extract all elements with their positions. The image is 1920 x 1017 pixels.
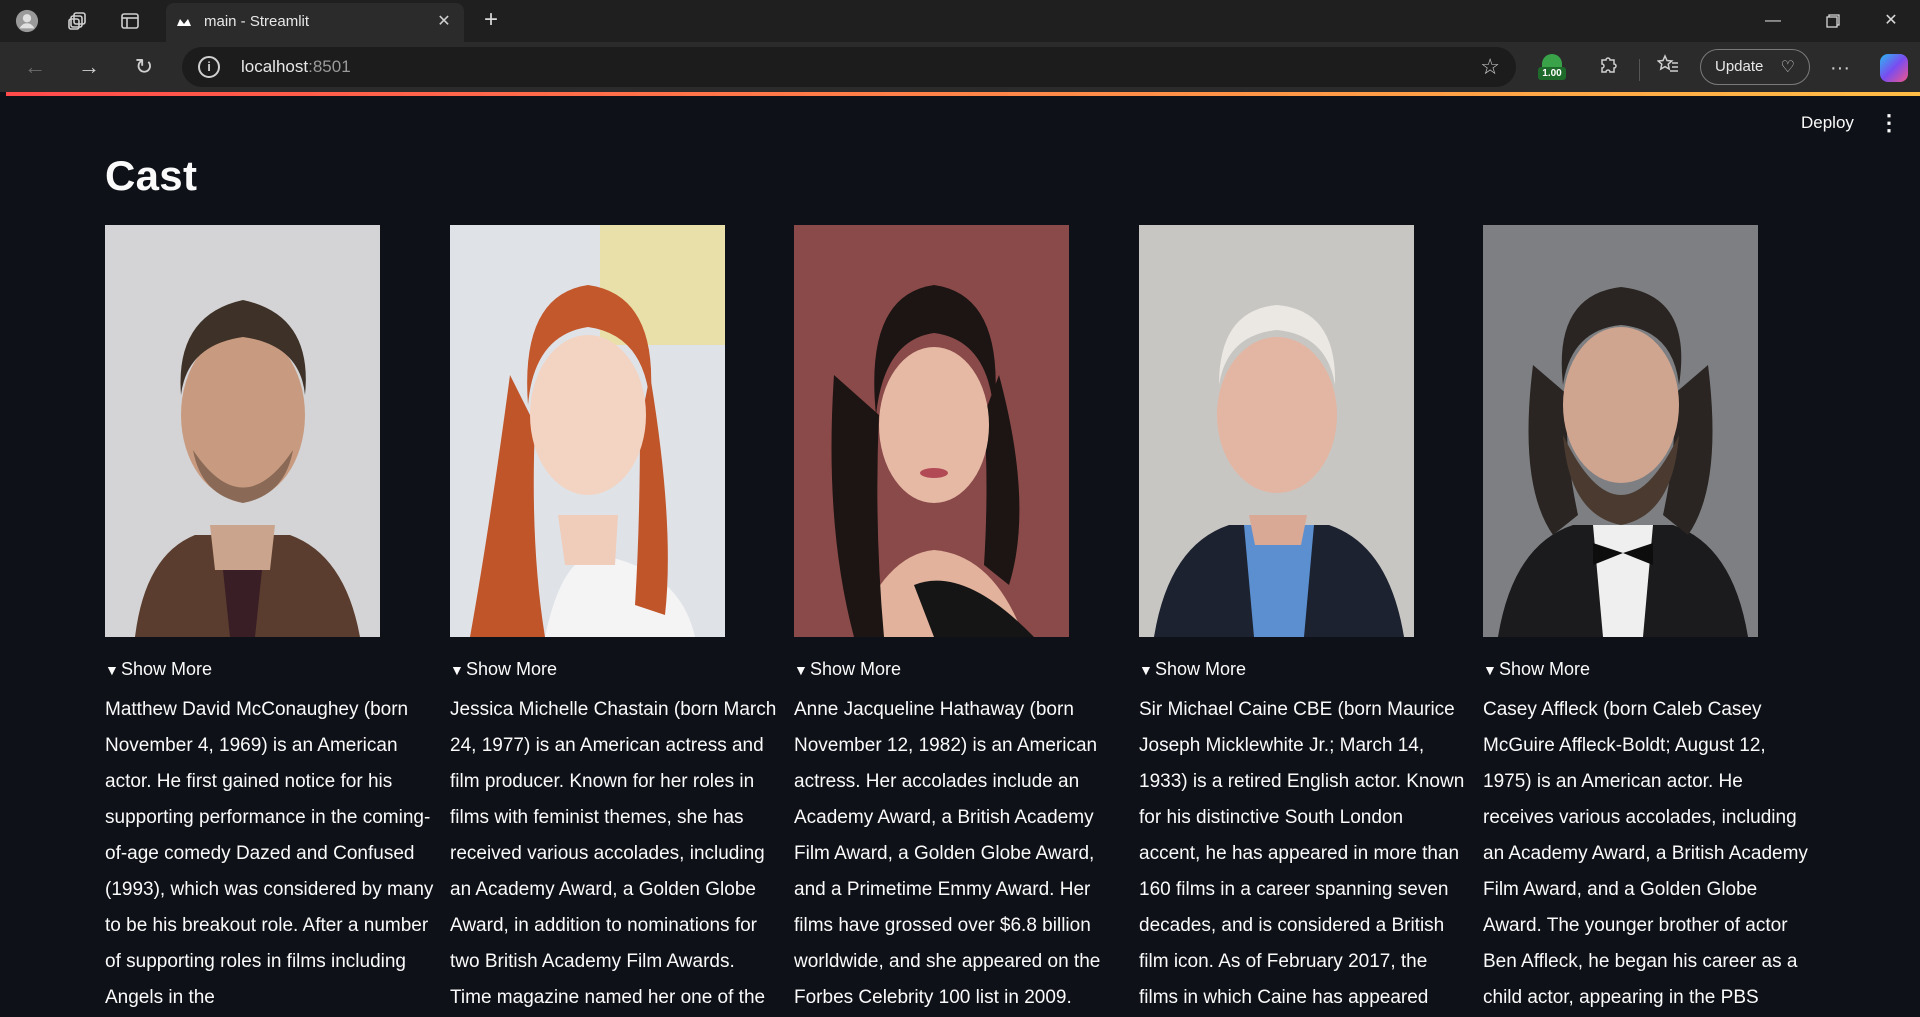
triangle-down-icon: ▼ [1139, 662, 1153, 678]
cast-photo [1139, 225, 1414, 637]
site-info-icon[interactable]: i [198, 56, 220, 78]
expander-label: Show More [810, 659, 902, 679]
reload-button[interactable]: ↻ [129, 53, 159, 81]
triangle-down-icon: ▼ [1483, 662, 1497, 678]
new-tab-button[interactable]: + [478, 8, 504, 33]
expander-label: Show More [466, 659, 558, 679]
cast-photo [794, 225, 1069, 637]
cast-bio: Matthew David McConaughey (born November… [105, 699, 434, 1008]
cast-bio: Sir Michael Caine CBE (born Maurice Jose… [1139, 699, 1465, 1008]
extension-icon[interactable]: 1.00 [1538, 52, 1566, 84]
browser-titlebar: main - Streamlit ✕ + — ✕ [0, 0, 1920, 42]
browser-toolbar: ← → ↻ i localhost:8501 ☆ 1.00 Update ♡ ·… [0, 42, 1920, 92]
minimize-window-button[interactable]: — [1758, 8, 1788, 34]
show-more-expander[interactable]: ▼ Show More [105, 659, 212, 685]
address-bar[interactable]: i localhost:8501 ☆ [182, 47, 1516, 87]
back-button[interactable]: ← [20, 53, 50, 81]
address-url: localhost:8501 [241, 57, 351, 77]
cast-bio: Anne Jacqueline Hathaway (born November … [794, 699, 1101, 1008]
cast-photo [450, 225, 725, 637]
favorite-star-icon[interactable]: ☆ [1480, 54, 1500, 80]
extension-badge-count: 1.00 [1538, 67, 1566, 80]
streamlit-app: Deploy ⋮ Cast ▼ Show More Matthew David M… [6, 96, 1920, 1017]
show-more-expander[interactable]: ▼ Show More [1139, 659, 1246, 685]
cast-bio: Casey Affleck (born Caleb Casey McGuire … [1483, 699, 1808, 1008]
expander-label: Show More [1499, 659, 1591, 679]
show-more-expander[interactable]: ▼ Show More [794, 659, 901, 685]
expander-label: Show More [1155, 659, 1247, 679]
deploy-button[interactable]: Deploy [1801, 113, 1854, 133]
page-title: Cast [105, 152, 198, 199]
triangle-down-icon: ▼ [105, 662, 119, 678]
expander-label: Show More [121, 659, 213, 679]
heartbeat-icon: ♡ [1780, 59, 1795, 76]
browser-tab-active[interactable]: main - Streamlit ✕ [166, 3, 464, 42]
url-port: :8501 [308, 57, 351, 76]
cast-bio: Jessica Michelle Chastain (born March 24… [450, 699, 777, 1008]
favorites-icon[interactable] [1654, 54, 1682, 82]
copilot-icon[interactable] [1880, 54, 1908, 82]
vertical-tabs-icon[interactable] [118, 9, 142, 33]
extension-gauge-icon [1542, 54, 1562, 68]
update-label: Update [1715, 58, 1764, 75]
close-tab-icon[interactable]: ✕ [434, 12, 454, 32]
tab-title: main - Streamlit [204, 13, 310, 30]
toolbar-divider [1639, 59, 1640, 81]
cast-photo [105, 225, 380, 637]
show-more-expander[interactable]: ▼ Show More [1483, 659, 1590, 685]
forward-button[interactable]: → [74, 53, 104, 81]
extensions-puzzle-icon[interactable] [1594, 54, 1622, 82]
restore-window-button[interactable] [1818, 8, 1848, 34]
workspaces-icon[interactable] [66, 9, 90, 33]
url-host: localhost [241, 57, 309, 76]
more-menu-icon[interactable]: ··· [1826, 54, 1854, 82]
main-menu-icon[interactable]: ⋮ [1878, 110, 1900, 136]
triangle-down-icon: ▼ [450, 662, 464, 678]
show-more-expander[interactable]: ▼ Show More [450, 659, 557, 685]
triangle-down-icon: ▼ [794, 662, 808, 678]
close-window-button[interactable]: ✕ [1876, 8, 1906, 34]
streamlit-favicon-icon [176, 14, 192, 30]
update-button[interactable]: Update ♡ [1700, 49, 1810, 85]
cast-photo [1483, 225, 1758, 637]
profile-avatar-icon[interactable] [15, 9, 39, 33]
